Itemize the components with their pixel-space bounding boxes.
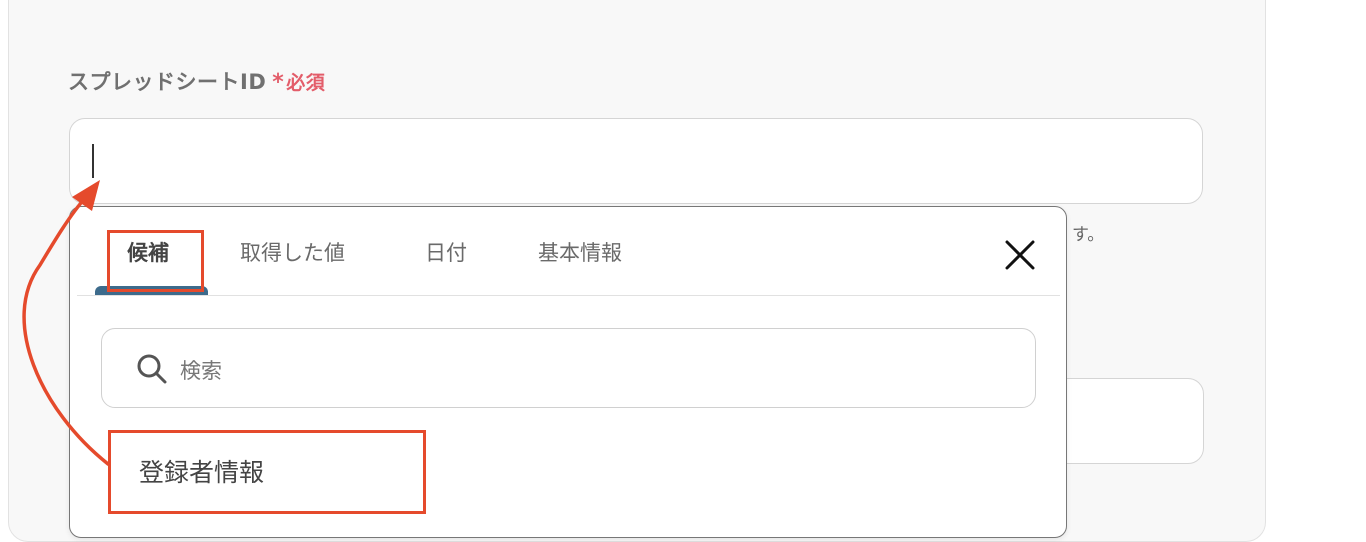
tab-candidates[interactable]: 候補: [127, 237, 169, 267]
required-text: 必須: [286, 72, 326, 94]
text-caret: [92, 144, 94, 178]
search-icon: [137, 354, 167, 384]
dropdown-tabs: 候補 取得した値 日付 基本情報: [70, 207, 1066, 296]
spreadsheet-id-input[interactable]: [69, 118, 1203, 204]
suggestion-dropdown: 候補 取得した値 日付 基本情報 検索 登録者情報: [69, 206, 1067, 538]
field-label-text: スプレッドシートID: [68, 70, 267, 94]
tab-date[interactable]: 日付: [425, 237, 467, 267]
tab-retrieved-values[interactable]: 取得した値: [240, 237, 345, 267]
tab-basic-info[interactable]: 基本情報: [538, 237, 622, 267]
field-label: スプレッドシートID * 必須: [68, 66, 325, 96]
tabs-divider: [77, 295, 1060, 296]
close-button[interactable]: [1002, 237, 1038, 273]
close-icon: [1005, 240, 1035, 270]
help-text: す。: [1072, 225, 1105, 245]
search-placeholder: 検索: [180, 359, 222, 383]
option-registrant-info[interactable]: 登録者情報: [139, 453, 264, 489]
required-asterisk: *: [272, 70, 285, 95]
search-input[interactable]: 検索: [101, 328, 1036, 408]
